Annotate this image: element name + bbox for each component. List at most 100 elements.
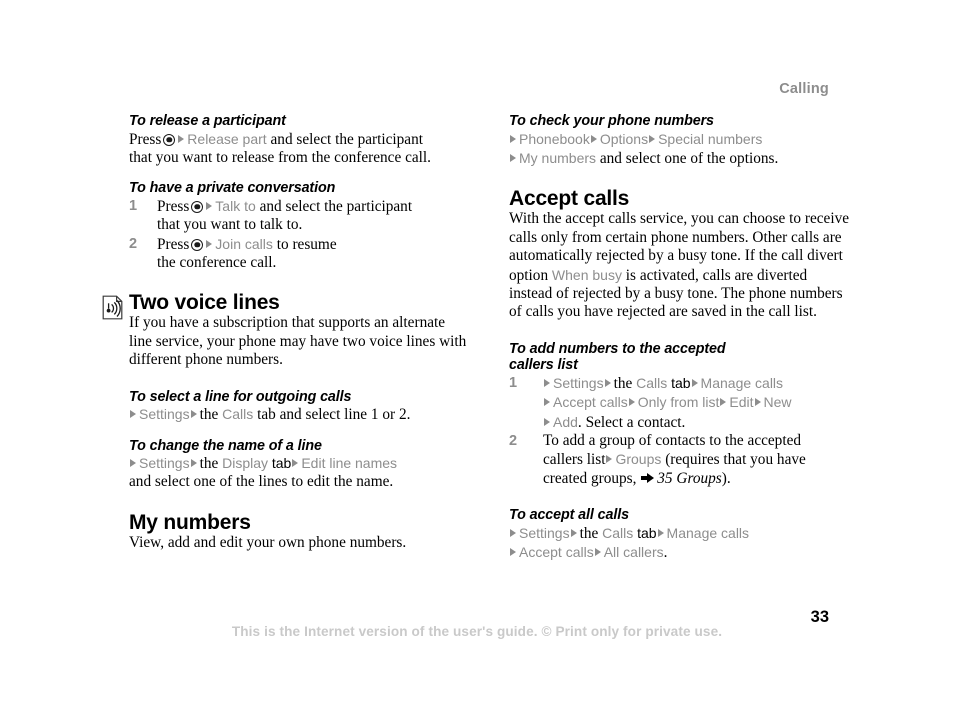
ui-term-manage-calls: Manage calls bbox=[666, 524, 750, 541]
list-item: 2 Press Join calls to resume the conferenc… bbox=[129, 235, 469, 273]
body-text-tab: tab bbox=[271, 455, 292, 472]
menu-arrow-icon bbox=[754, 398, 761, 407]
ui-term-accept-calls: Accept calls bbox=[553, 394, 628, 411]
body-text: . Select a contact. bbox=[577, 413, 686, 431]
section-add-accepted-callers: To add numbers to the accepted callers li… bbox=[509, 341, 849, 488]
step-text-2: that you want to talk to. bbox=[157, 216, 303, 234]
menu-arrow-icon bbox=[510, 153, 516, 162]
step-text: to resume bbox=[276, 235, 337, 253]
ui-term-settings: Settings bbox=[139, 406, 190, 423]
manual-page: Calling To release a participant Press Re… bbox=[0, 0, 954, 710]
heading-line-1: To add numbers to the accepted bbox=[509, 340, 726, 357]
menu-arrow-icon bbox=[691, 378, 698, 387]
press-label: Press bbox=[157, 197, 190, 215]
step-text-5: ). bbox=[721, 469, 731, 487]
ui-term-calls-tab: Calls bbox=[602, 524, 634, 541]
menu-arrow-icon bbox=[720, 398, 727, 407]
list-item: 1 Settings the Calls tab Manage calls Accep… bbox=[509, 374, 849, 432]
ui-term-manage-calls: Manage calls bbox=[700, 374, 784, 391]
heading-accept-all-calls: To accept all calls bbox=[509, 507, 629, 524]
step-text-4: created groups, bbox=[543, 469, 637, 487]
heading-check-phone-numbers: To check your phone numbers bbox=[509, 113, 714, 129]
voice-line-signal-icon bbox=[102, 296, 123, 320]
body-two-voice-lines: If you have a subscription that supports… bbox=[129, 314, 467, 369]
joystick-select-icon bbox=[163, 133, 176, 146]
step-body: To add a group of contacts to the accept… bbox=[543, 432, 849, 488]
ui-term-add: Add bbox=[553, 413, 578, 430]
step-number: 2 bbox=[509, 433, 518, 450]
menu-arrow-icon bbox=[628, 398, 635, 407]
heading-private-conversation: To have a private conversation bbox=[129, 180, 336, 197]
ui-term-phonebook: Phonebook bbox=[519, 130, 590, 147]
section-change-line-name: To change the name of a line Settings the… bbox=[129, 438, 469, 492]
body-check-phone-numbers: Phonebook Options Special numbers My number… bbox=[509, 130, 849, 169]
section-two-voice-lines: Two voice lines If you have a subscripti… bbox=[102, 291, 469, 369]
body-text-1: and select the participant bbox=[270, 130, 423, 148]
section-my-numbers: My numbers View, add and edit your own p… bbox=[129, 511, 469, 552]
body-my-numbers: View, add and edit your own phone number… bbox=[129, 533, 407, 551]
step-number: 1 bbox=[129, 198, 138, 215]
ui-term-accept-calls: Accept calls bbox=[519, 544, 594, 561]
press-label: Press bbox=[157, 235, 190, 253]
menu-arrow-icon bbox=[594, 548, 601, 557]
menu-arrow-icon bbox=[190, 459, 197, 468]
menu-arrow-icon bbox=[510, 528, 516, 537]
step-body: Press Talk to and select the participant t… bbox=[157, 197, 469, 235]
step-body: Settings the Calls tab Manage calls Accept … bbox=[543, 374, 849, 432]
section-release-participant: To release a participant Press Release pa… bbox=[129, 113, 469, 167]
heading-two-voice-lines: Two voice lines bbox=[129, 291, 280, 315]
heading-release-participant: To release a participant bbox=[129, 113, 286, 129]
menu-arrow-icon bbox=[544, 417, 550, 426]
list-item: 1 Press Talk to and select the participan… bbox=[129, 197, 469, 235]
step-number: 1 bbox=[509, 375, 518, 392]
heading-accept-calls: Accept calls bbox=[509, 187, 630, 211]
section-accept-all-calls: To accept all calls Settings the Calls ta… bbox=[509, 507, 849, 562]
heading-line-2: callers list bbox=[509, 357, 578, 374]
right-column: To check your phone numbers Phonebook Opt… bbox=[509, 113, 849, 563]
body-text: tab and select line 1 or 2. bbox=[257, 406, 411, 424]
ui-term-edit: Edit bbox=[729, 394, 754, 411]
ui-term-groups: Groups bbox=[615, 451, 662, 468]
menu-arrow-icon bbox=[178, 134, 185, 143]
menu-arrow-icon bbox=[292, 459, 299, 468]
ui-term-join-calls: Join calls bbox=[215, 235, 273, 252]
step-body: Press Join calls to resume the conference … bbox=[157, 235, 469, 273]
menu-arrow-icon bbox=[206, 239, 213, 248]
menu-arrow-icon bbox=[544, 398, 550, 407]
step-text-3: (requires that you have bbox=[665, 451, 806, 469]
menu-arrow-icon bbox=[606, 455, 613, 464]
section-select-line: To select a line for outgoing calls Sett… bbox=[129, 389, 469, 425]
body-text: and select one of the options. bbox=[599, 149, 779, 167]
body-text-2: and select one of the lines to edit the … bbox=[129, 473, 394, 491]
body-text-the: the bbox=[199, 406, 219, 424]
heading-change-line-name: To change the name of a line bbox=[129, 437, 322, 454]
ui-term-edit-line-names: Edit line names bbox=[301, 455, 398, 472]
step-number: 2 bbox=[129, 236, 138, 253]
menu-arrow-icon bbox=[544, 378, 550, 387]
ui-term-options: Options bbox=[599, 130, 649, 147]
cross-reference-link[interactable]: 35 Groups bbox=[657, 470, 721, 487]
menu-arrow-icon bbox=[604, 378, 611, 387]
menu-arrow-icon bbox=[657, 528, 664, 537]
heading-my-numbers: My numbers bbox=[129, 510, 251, 534]
menu-arrow-icon bbox=[130, 459, 136, 468]
left-column: To release a participant Press Release pa… bbox=[102, 113, 469, 552]
steps-private-conversation: 1 Press Talk to and select the participan… bbox=[129, 197, 469, 273]
ui-term-my-numbers: My numbers bbox=[519, 149, 597, 166]
step-text-2: the conference call. bbox=[157, 254, 277, 272]
section-accept-calls: Accept calls With the accept calls servi… bbox=[509, 187, 849, 321]
ui-term-calls-tab: Calls bbox=[636, 374, 668, 391]
step-text-1: To add a group of contacts to the accept… bbox=[543, 431, 802, 449]
ui-term-settings: Settings bbox=[139, 455, 190, 472]
section-check-phone-numbers: To check your phone numbers Phonebook Opt… bbox=[509, 113, 849, 168]
steps-add-accepted-callers: 1 Settings the Calls tab Manage calls Accep… bbox=[509, 374, 849, 488]
ui-term-settings: Settings bbox=[553, 374, 604, 391]
body-accept-calls: With the accept calls service, you can c… bbox=[509, 210, 849, 321]
menu-arrow-icon bbox=[510, 134, 516, 143]
